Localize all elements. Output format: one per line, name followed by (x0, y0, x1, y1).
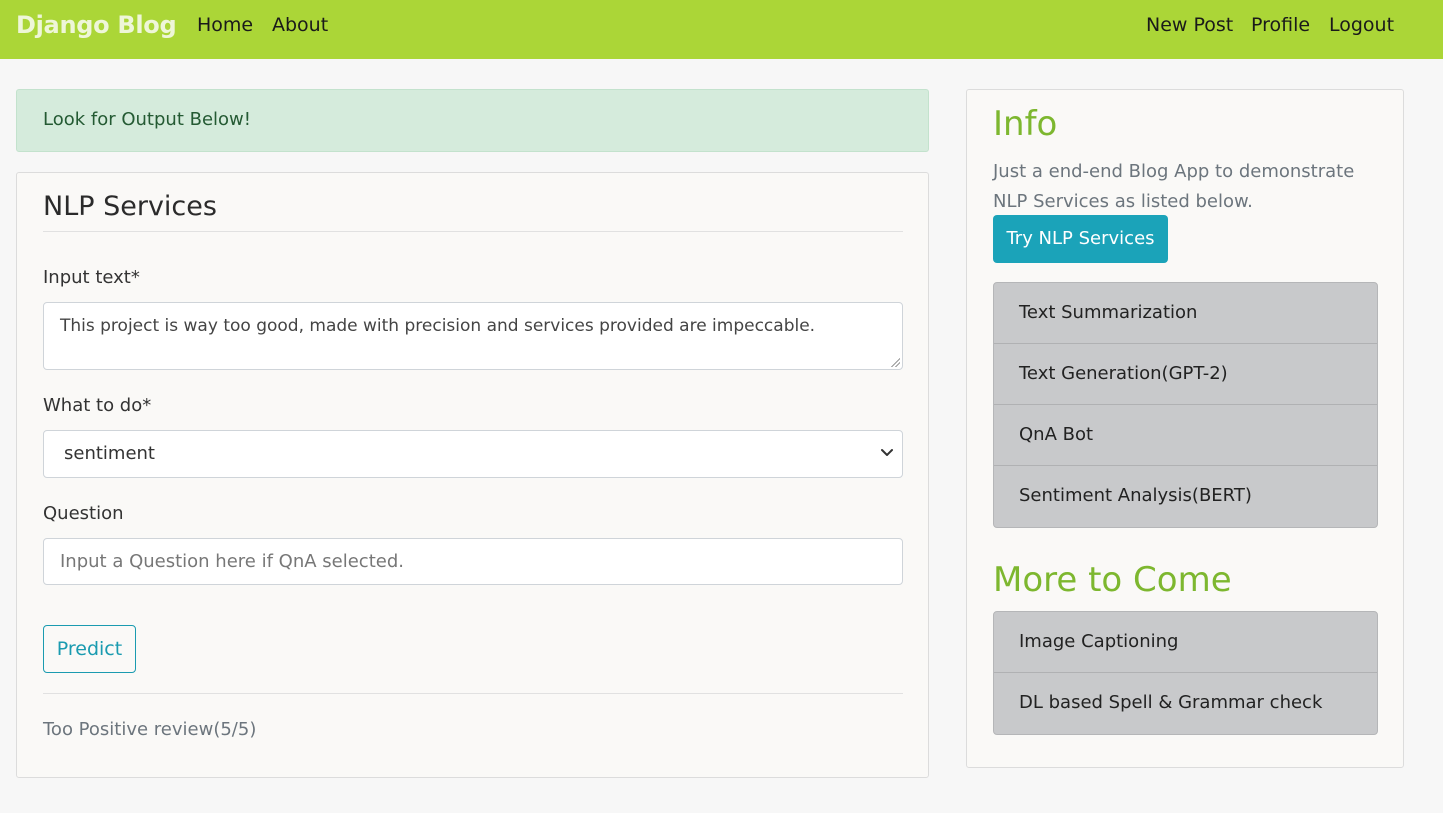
what-to-do-label: What to do* (43, 395, 152, 416)
question-input[interactable]: Input a Question here if QnA selected. (43, 538, 903, 585)
top-navbar: Django Blog Home About New Post Profile … (0, 0, 1443, 59)
nav-about-link[interactable]: About (272, 14, 328, 36)
input-text-label: Input text* (43, 267, 140, 288)
nav-profile-link[interactable]: Profile (1251, 14, 1310, 36)
nav-new-post-link[interactable]: New Post (1146, 14, 1233, 36)
service-text-summarization[interactable]: Text Summarization (994, 283, 1377, 344)
service-sentiment-analysis[interactable]: Sentiment Analysis(BERT) (994, 466, 1377, 527)
form-title: NLP Services (43, 191, 217, 222)
alert-message: Look for Output Below! (43, 109, 251, 130)
nlp-form-card: NLP Services Input text* This project is… (16, 172, 929, 778)
predict-button[interactable]: Predict (43, 625, 136, 673)
output-divider (43, 693, 903, 694)
chevron-down-icon (881, 449, 893, 456)
question-placeholder: Input a Question here if QnA selected. (60, 551, 404, 572)
task-select[interactable]: sentiment (43, 430, 903, 478)
input-text-value: This project is way too good, made with … (60, 316, 816, 336)
nav-home-link[interactable]: Home (197, 14, 253, 36)
info-heading: Info (993, 104, 1058, 144)
info-sidebar: Info Just a end-end Blog App to demonstr… (966, 89, 1404, 768)
resize-handle-icon[interactable] (890, 357, 900, 367)
services-list: Text Summarization Text Generation(GPT-2… (993, 282, 1378, 528)
nav-logout-link[interactable]: Logout (1329, 14, 1394, 36)
service-text-generation[interactable]: Text Generation(GPT-2) (994, 344, 1377, 405)
question-label: Question (43, 503, 124, 524)
upcoming-image-captioning: Image Captioning (994, 612, 1377, 673)
info-description: Just a end-end Blog App to demonstrate N… (993, 161, 1355, 212)
success-alert: Look for Output Below! (16, 89, 929, 152)
upcoming-list: Image Captioning DL based Spell & Gramma… (993, 611, 1378, 735)
try-nlp-services-button[interactable]: Try NLP Services (993, 215, 1168, 263)
more-to-come-heading: More to Come (993, 560, 1232, 600)
input-text-area[interactable]: This project is way too good, made with … (43, 302, 903, 370)
prediction-output: Too Positive review(5/5) (43, 719, 257, 740)
service-qna-bot[interactable]: QnA Bot (994, 405, 1377, 466)
task-select-value: sentiment (64, 443, 155, 464)
title-divider (43, 231, 903, 232)
upcoming-spell-grammar-check: DL based Spell & Grammar check (1019, 692, 1323, 713)
brand-logo-link[interactable]: Django Blog (16, 11, 177, 39)
